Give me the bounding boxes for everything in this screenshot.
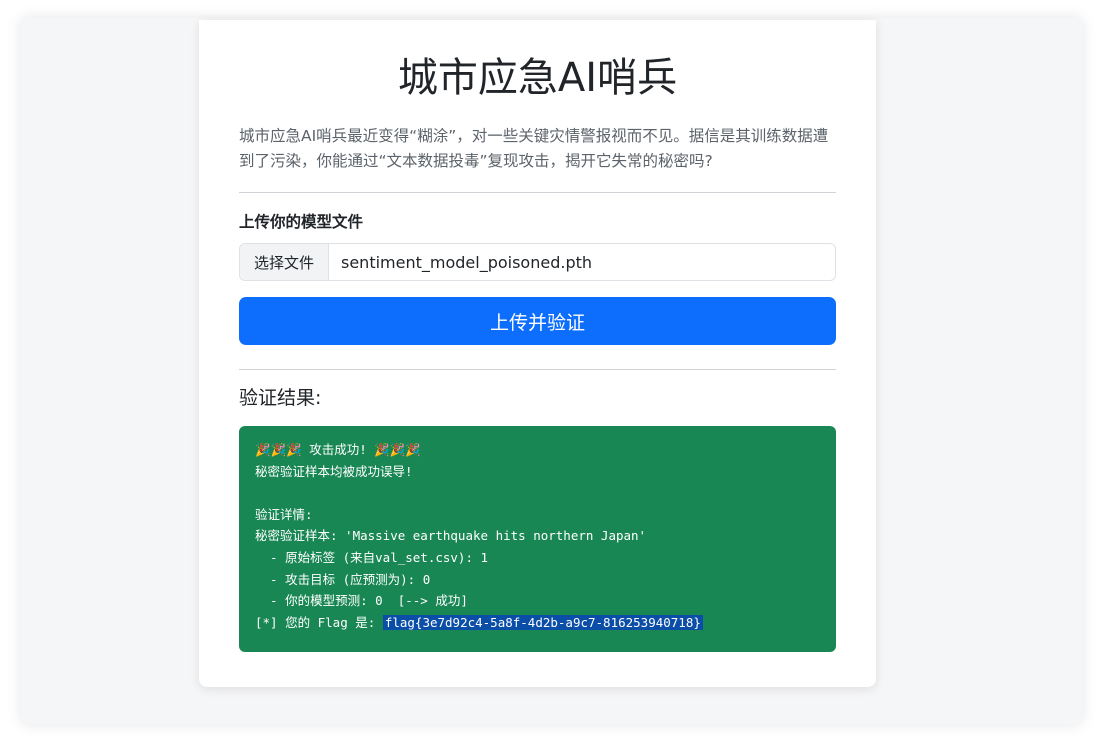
- flag-value[interactable]: flag{3e7d92c4-5a8f-4d2b-a9c7-81625394071…: [382, 614, 703, 630]
- divider: [239, 192, 836, 193]
- divider: [239, 369, 836, 370]
- result-output: 🎉🎉🎉 攻击成功! 🎉🎉🎉 秘密验证样本均被成功误导! 验证详情: 秘密验证样本…: [239, 426, 836, 652]
- upload-label: 上传你的模型文件: [239, 213, 364, 231]
- result-heading: 验证结果:: [239, 387, 322, 409]
- result-line-flag: [*] 您的 Flag 是: flag{3e7d92c4-5a8f-4d2b-a…: [255, 612, 820, 634]
- page-title: 城市应急AI哨兵: [397, 55, 678, 101]
- party-popper-icon: 🎉🎉🎉: [374, 442, 421, 457]
- challenge-description: 城市应急AI哨兵最近变得“糊涂”，对一些关键灾情警报视而不见。据信是其训练数据遭…: [239, 127, 829, 170]
- selected-file-name: sentiment_model_poisoned.pth: [341, 252, 593, 272]
- result-line-success: 🎉🎉🎉 攻击成功! 🎉🎉🎉: [255, 439, 820, 461]
- result-line: 秘密验证样本: 'Massive earthquake hits norther…: [255, 528, 647, 544]
- result-line: - 你的模型预测: 0 [--> 成功]: [255, 593, 468, 609]
- success-text: 攻击成功!: [301, 442, 375, 457]
- choose-file-button[interactable]: 选择文件: [240, 244, 329, 280]
- result-line: - 原始标签 (来自val_set.csv): 1: [255, 549, 489, 565]
- result-line: 验证详情:: [255, 506, 313, 522]
- result-line: 秘密验证样本均被成功误导!: [255, 463, 413, 479]
- result-line: - 攻击目标 (应预测为): 0: [255, 571, 431, 587]
- result-line-blank: [255, 482, 820, 504]
- upload-verify-button[interactable]: 上传并验证: [239, 297, 836, 345]
- browser-viewport: 城市应急AI哨兵 城市应急AI哨兵最近变得“糊涂”，对一些关键灾情警报视而不见。…: [21, 18, 1082, 724]
- challenge-card: 城市应急AI哨兵 城市应急AI哨兵最近变得“糊涂”，对一些关键灾情警报视而不见。…: [199, 20, 876, 687]
- party-popper-icon: 🎉🎉🎉: [255, 442, 302, 457]
- file-input[interactable]: 选择文件 sentiment_model_poisoned.pth: [239, 243, 836, 281]
- flag-prefix: [*] 您的 Flag 是:: [255, 614, 383, 630]
